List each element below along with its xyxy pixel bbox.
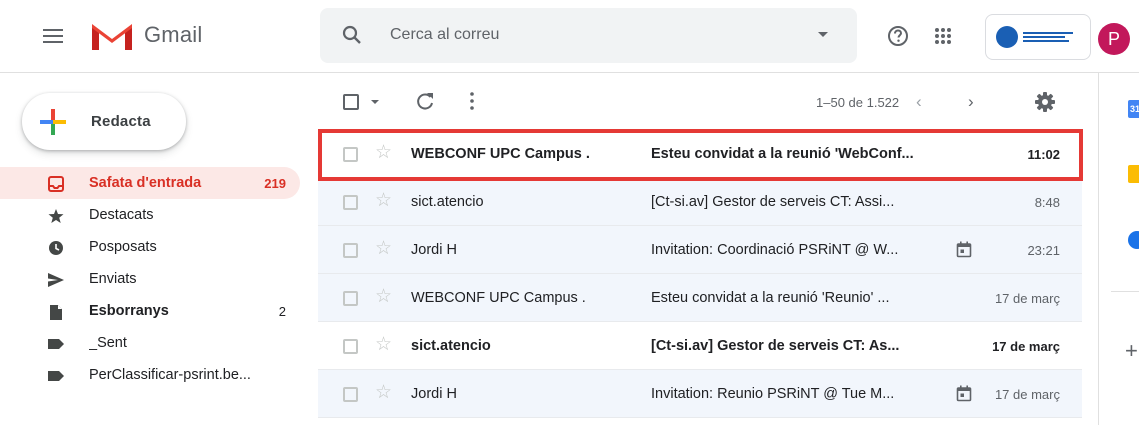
select-all-checkbox[interactable]: [343, 94, 359, 110]
star-toggle-icon[interactable]: ☆: [375, 191, 392, 211]
main-menu-button[interactable]: [30, 13, 76, 59]
hamburger-menu-icon: [43, 29, 63, 43]
sidebar-item-drafts[interactable]: Esborranys 2: [0, 295, 300, 327]
email-row[interactable]: ☆ WEBCONF UPC Campus . Esteu convidat a …: [318, 274, 1082, 322]
email-row[interactable]: ☆ Jordi H Invitation: Reunio PSRiNT @ Tu…: [318, 370, 1082, 418]
drafts-count: 2: [278, 304, 286, 319]
calendar-event-icon[interactable]: [956, 241, 972, 258]
sidebar-item-label: _Sent: [89, 335, 127, 351]
sidebar-item-label: Posposats: [89, 239, 157, 255]
sidebar-item-snoozed[interactable]: Posposats: [0, 231, 300, 263]
search-options-caret-icon[interactable]: [818, 32, 828, 37]
email-time: 8:48: [1034, 195, 1060, 210]
star-toggle-icon[interactable]: ☆: [375, 383, 392, 403]
inbox-icon: [47, 175, 65, 193]
older-page-chevron-icon[interactable]: ›: [968, 92, 974, 112]
email-time: 23:21: [1027, 243, 1060, 258]
sidebar-item-label: Esborranys: [89, 303, 169, 319]
sidebar-item-label: Enviats: [89, 271, 137, 287]
email-sender: Jordi H: [411, 386, 457, 402]
draft-icon: [47, 303, 65, 321]
star-icon: [47, 207, 65, 225]
keep-app-icon[interactable]: [1128, 165, 1139, 183]
star-toggle-icon[interactable]: ☆: [375, 287, 392, 307]
row-checkbox[interactable]: [343, 339, 358, 354]
side-panel: 31 +: [1098, 73, 1139, 425]
sidebar-item-label: PerClassificar-psrint.be...: [89, 367, 251, 383]
row-checkbox[interactable]: [343, 243, 358, 258]
gmail-logo[interactable]: Gmail: [90, 18, 202, 52]
email-sender: sict.atencio: [411, 194, 484, 210]
star-toggle-icon[interactable]: ☆: [375, 143, 392, 163]
sidebar-nav: Safata d'entrada 219 Destacats Posposats…: [0, 167, 300, 391]
mail-toolbar: 1–50 de 1.522 ‹ ›: [318, 80, 1082, 125]
organization-logo[interactable]: [985, 14, 1091, 60]
gmail-wordmark: Gmail: [144, 22, 203, 47]
star-toggle-icon[interactable]: ☆: [375, 335, 392, 355]
clock-icon: [47, 239, 65, 257]
email-time: 17 de març: [992, 339, 1060, 354]
refresh-icon[interactable]: [414, 90, 436, 112]
email-row[interactable]: ☆ Jordi H Invitation: Coordinació PSRiNT…: [318, 226, 1082, 274]
email-subject: Invitation: Coordinació PSRiNT @ W...: [651, 242, 899, 258]
label-icon: [47, 335, 65, 353]
star-toggle-icon[interactable]: ☆: [375, 239, 392, 259]
email-subject: Invitation: Reunio PSRiNT @ Tue M...: [651, 386, 895, 402]
row-checkbox[interactable]: [343, 147, 358, 162]
email-sender: sict.atencio: [411, 338, 491, 354]
search-input[interactable]: Cerca al correu: [390, 26, 499, 44]
row-checkbox[interactable]: [343, 387, 358, 402]
support-button[interactable]: [880, 18, 916, 54]
google-apps-button[interactable]: [925, 18, 961, 54]
email-row[interactable]: ☆ sict.atencio [Ct-si.av] Gestor de serv…: [318, 178, 1082, 226]
tasks-app-icon[interactable]: [1128, 231, 1139, 249]
email-row[interactable]: ☆ sict.atencio [Ct-si.av] Gestor de serv…: [318, 322, 1082, 370]
email-row[interactable]: ☆ WEBCONF UPC Campus . Esteu convidat a …: [318, 130, 1082, 178]
compose-button[interactable]: Redacta: [22, 93, 186, 150]
calendar-app-icon[interactable]: 31: [1128, 100, 1139, 118]
side-panel-divider: [1111, 291, 1139, 292]
email-time: 17 de març: [994, 291, 1060, 306]
newer-page-chevron-icon[interactable]: ‹: [916, 92, 922, 112]
email-list: ☆ WEBCONF UPC Campus . Esteu convidat a …: [318, 130, 1082, 418]
unread-count: 219: [264, 176, 286, 191]
sidebar-item-sent[interactable]: Enviats: [0, 263, 300, 295]
settings-gear-icon[interactable]: [1034, 91, 1056, 113]
email-subject: [Ct-si.av] Gestor de serveis CT: As...: [651, 338, 900, 354]
email-time: 11:02: [1027, 147, 1060, 162]
account-avatar[interactable]: P: [1098, 23, 1130, 55]
email-subject: [Ct-si.av] Gestor de serveis CT: Assi...: [651, 194, 895, 210]
gmail-m-icon: [90, 22, 134, 52]
more-options-icon[interactable]: [468, 90, 476, 112]
upc-wordmark-icon: [1023, 32, 1073, 42]
email-time: 17 de març: [994, 387, 1060, 402]
row-checkbox[interactable]: [343, 291, 358, 306]
search-icon[interactable]: [340, 23, 364, 47]
apps-grid-icon: [935, 28, 951, 44]
calendar-event-icon[interactable]: [956, 385, 972, 402]
email-subject: Esteu convidat a la reunió 'WebConf...: [651, 146, 914, 162]
compose-plus-icon: [40, 109, 66, 135]
email-sender: Jordi H: [411, 242, 457, 258]
search-bar[interactable]: Cerca al correu: [320, 8, 857, 63]
email-subject: Esteu convidat a la reunió 'Reunio' ...: [651, 290, 890, 306]
select-options-caret-icon[interactable]: [371, 100, 379, 104]
sidebar-item-label-sent[interactable]: _Sent: [0, 327, 300, 359]
row-checkbox[interactable]: [343, 195, 358, 210]
help-icon: [888, 26, 908, 46]
compose-label: Redacta: [91, 113, 151, 130]
upc-logo-icon: [996, 26, 1018, 48]
sidebar-item-label-perclassificar[interactable]: PerClassificar-psrint.be...: [0, 359, 300, 391]
sidebar-item-inbox[interactable]: Safata d'entrada 219: [0, 167, 300, 199]
email-sender: WEBCONF UPC Campus .: [411, 290, 586, 306]
add-addon-plus-icon[interactable]: +: [1125, 338, 1138, 364]
label-icon: [47, 367, 65, 385]
send-icon: [47, 271, 65, 289]
pagination-range: 1–50 de 1.522: [816, 95, 900, 110]
top-bar: Gmail Cerca al correu P: [0, 0, 1139, 73]
sidebar-item-label: Safata d'entrada: [89, 175, 202, 191]
sidebar-item-label: Destacats: [89, 207, 154, 223]
sidebar-item-starred[interactable]: Destacats: [0, 199, 300, 231]
email-sender: WEBCONF UPC Campus .: [411, 146, 590, 162]
